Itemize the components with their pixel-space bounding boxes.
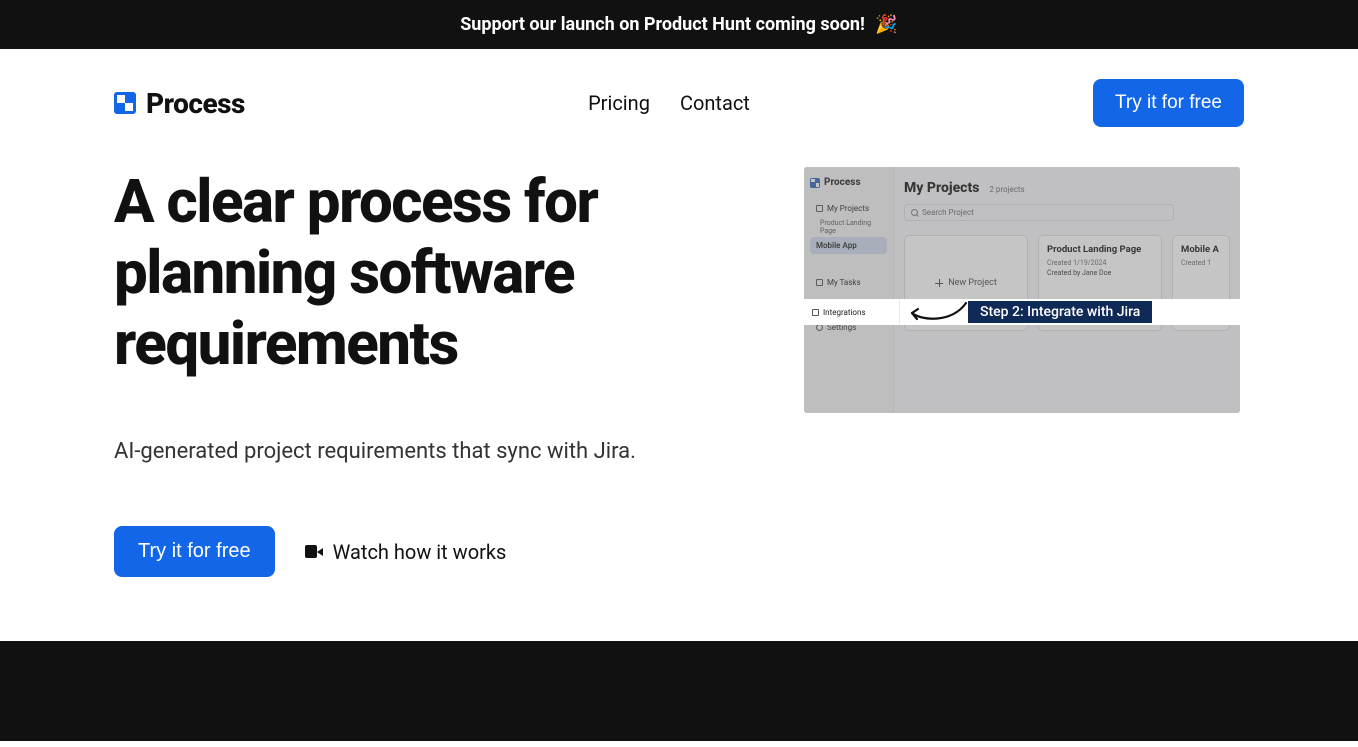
watch-label: Watch how it works: [333, 540, 507, 564]
watch-how-it-works-link[interactable]: Watch how it works: [305, 540, 507, 564]
party-icon: 🎉: [875, 14, 897, 35]
folder-icon: [816, 205, 823, 212]
arrow-icon: [902, 297, 972, 327]
demo-sidebar-subitem: Product Landing Page: [810, 219, 887, 235]
demo-brand: Process: [810, 177, 887, 188]
brand[interactable]: Process: [114, 87, 245, 120]
site-header: Process Pricing Contact Try it for free: [114, 49, 1244, 157]
brand-name: Process: [146, 87, 245, 120]
brand-logo-icon: [810, 178, 820, 188]
footer-band: [0, 641, 1358, 741]
demo-sidebar-label: My Tasks: [827, 278, 861, 287]
demo-project-count: 2 projects: [989, 185, 1024, 194]
demo-step-strip: Integrations Step 2: Integrate with Jira: [804, 299, 1240, 325]
demo-card-author: Created by Jane Doe: [1047, 269, 1153, 277]
document-icon: [816, 279, 823, 286]
demo-sidebar-subitem-selected: Mobile App: [810, 237, 887, 254]
demo-sidebar-my-projects: My Projects: [810, 200, 887, 217]
announcement-bar[interactable]: Support our launch on Product Hunt comin…: [0, 0, 1358, 49]
header-cta-button[interactable]: Try it for free: [1093, 79, 1244, 127]
demo-step-sidebar-item: Integrations: [804, 299, 900, 325]
plus-icon: [935, 279, 943, 287]
demo-brand-name: Process: [824, 177, 861, 188]
demo-sidebar-label: My Projects: [827, 204, 869, 213]
hero-cta-button[interactable]: Try it for free: [114, 526, 275, 577]
nav-pricing[interactable]: Pricing: [588, 91, 650, 115]
brand-logo-icon: [114, 92, 136, 114]
nav-contact[interactable]: Contact: [680, 91, 750, 115]
primary-nav: Pricing Contact: [588, 91, 750, 115]
hero-section: A clear process for planning software re…: [114, 157, 1244, 617]
demo-card-created: Created 1/19/2024: [1047, 259, 1153, 267]
demo-card-title: Mobile A: [1181, 244, 1221, 255]
demo-main: My Projects 2 projects Search Project Ne…: [894, 167, 1240, 413]
search-icon: [911, 209, 918, 216]
demo-card-created: Created 1: [1181, 259, 1221, 267]
demo-card-title: Product Landing Page: [1047, 244, 1153, 255]
product-demo-preview[interactable]: Process My Projects Product Landing Page…: [804, 167, 1240, 413]
demo-sidebar: Process My Projects Product Landing Page…: [804, 167, 894, 413]
demo-search-input: Search Project: [904, 204, 1174, 221]
integrations-icon: [812, 309, 819, 316]
demo-search-placeholder: Search Project: [922, 208, 974, 217]
demo-new-project-label: New Project: [948, 278, 997, 288]
hero-headline: A clear process for planning software re…: [114, 167, 764, 379]
gear-icon: [816, 324, 823, 331]
demo-step-sidebar-label: Integrations: [823, 308, 866, 317]
demo-step-label: Step 2: Integrate with Jira: [968, 301, 1152, 323]
hero-subhead: AI-generated project requirements that s…: [114, 439, 764, 464]
video-icon: [305, 545, 323, 558]
announcement-text: Support our launch on Product Hunt comin…: [460, 14, 865, 35]
demo-sidebar-my-tasks: My Tasks: [810, 274, 887, 291]
demo-main-title: My Projects: [904, 180, 979, 196]
demo-sidebar-label: Mobile App: [816, 241, 857, 250]
